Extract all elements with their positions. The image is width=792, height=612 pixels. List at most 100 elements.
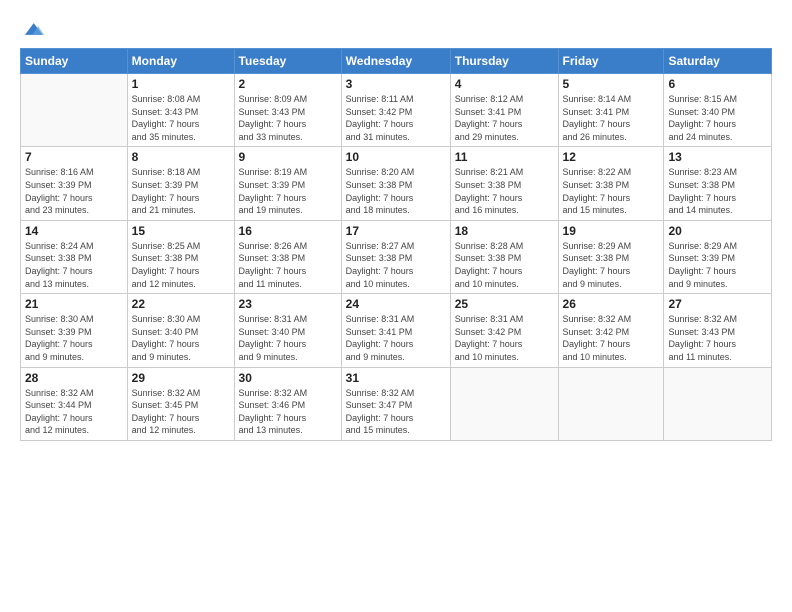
- page: SundayMondayTuesdayWednesdayThursdayFrid…: [0, 0, 792, 612]
- day-info: Sunrise: 8:09 AM Sunset: 3:43 PM Dayligh…: [239, 93, 337, 143]
- day-info: Sunrise: 8:16 AM Sunset: 3:39 PM Dayligh…: [25, 166, 123, 216]
- calendar-day-header: Wednesday: [341, 49, 450, 74]
- day-info: Sunrise: 8:18 AM Sunset: 3:39 PM Dayligh…: [132, 166, 230, 216]
- day-number: 5: [563, 77, 660, 91]
- calendar-header-row: SundayMondayTuesdayWednesdayThursdayFrid…: [21, 49, 772, 74]
- calendar-cell: 8 Sunrise: 8:18 AM Sunset: 3:39 PM Daylig…: [127, 147, 234, 220]
- day-info: Sunrise: 8:26 AM Sunset: 3:38 PM Dayligh…: [239, 240, 337, 290]
- day-info: Sunrise: 8:29 AM Sunset: 3:39 PM Dayligh…: [668, 240, 767, 290]
- calendar-cell: [450, 367, 558, 440]
- day-number: 9: [239, 150, 337, 164]
- day-info: Sunrise: 8:19 AM Sunset: 3:39 PM Dayligh…: [239, 166, 337, 216]
- day-number: 10: [346, 150, 446, 164]
- day-number: 16: [239, 224, 337, 238]
- day-info: Sunrise: 8:20 AM Sunset: 3:38 PM Dayligh…: [346, 166, 446, 216]
- calendar-cell: 12 Sunrise: 8:22 AM Sunset: 3:38 PM Dayli…: [558, 147, 664, 220]
- calendar-cell: 19 Sunrise: 8:29 AM Sunset: 3:38 PM Dayli…: [558, 220, 664, 293]
- day-number: 18: [455, 224, 554, 238]
- day-info: Sunrise: 8:08 AM Sunset: 3:43 PM Dayligh…: [132, 93, 230, 143]
- day-info: Sunrise: 8:32 AM Sunset: 3:44 PM Dayligh…: [25, 387, 123, 437]
- calendar-cell: 9 Sunrise: 8:19 AM Sunset: 3:39 PM Daylig…: [234, 147, 341, 220]
- calendar-cell: 7Sunrise: 8:16 AM Sunset: 3:39 PM Daylig…: [21, 147, 128, 220]
- day-number: 11: [455, 150, 554, 164]
- day-info: Sunrise: 8:32 AM Sunset: 3:42 PM Dayligh…: [563, 313, 660, 363]
- day-number: 13: [668, 150, 767, 164]
- calendar-cell: 22 Sunrise: 8:30 AM Sunset: 3:40 PM Dayli…: [127, 294, 234, 367]
- day-info: Sunrise: 8:29 AM Sunset: 3:38 PM Dayligh…: [563, 240, 660, 290]
- calendar-cell: 5 Sunrise: 8:14 AM Sunset: 3:41 PM Daylig…: [558, 74, 664, 147]
- day-number: 31: [346, 371, 446, 385]
- calendar-cell: 11 Sunrise: 8:21 AM Sunset: 3:38 PM Dayli…: [450, 147, 558, 220]
- calendar-cell: 2 Sunrise: 8:09 AM Sunset: 3:43 PM Daylig…: [234, 74, 341, 147]
- calendar-cell: 3 Sunrise: 8:11 AM Sunset: 3:42 PM Daylig…: [341, 74, 450, 147]
- day-number: 22: [132, 297, 230, 311]
- calendar-day-header: Saturday: [664, 49, 772, 74]
- calendar-day-header: Friday: [558, 49, 664, 74]
- day-number: 23: [239, 297, 337, 311]
- day-number: 17: [346, 224, 446, 238]
- day-number: 30: [239, 371, 337, 385]
- calendar-cell: 18 Sunrise: 8:28 AM Sunset: 3:38 PM Dayli…: [450, 220, 558, 293]
- day-info: Sunrise: 8:15 AM Sunset: 3:40 PM Dayligh…: [668, 93, 767, 143]
- day-number: 28: [25, 371, 123, 385]
- calendar-cell: [664, 367, 772, 440]
- calendar-cell: [21, 74, 128, 147]
- day-info: Sunrise: 8:32 AM Sunset: 3:45 PM Dayligh…: [132, 387, 230, 437]
- calendar-cell: 15 Sunrise: 8:25 AM Sunset: 3:38 PM Dayli…: [127, 220, 234, 293]
- calendar-cell: [558, 367, 664, 440]
- day-number: 20: [668, 224, 767, 238]
- calendar-week-row: 14 Sunrise: 8:24 AM Sunset: 3:38 PM Dayli…: [21, 220, 772, 293]
- day-info: Sunrise: 8:31 AM Sunset: 3:40 PM Dayligh…: [239, 313, 337, 363]
- day-info: Sunrise: 8:32 AM Sunset: 3:43 PM Dayligh…: [668, 313, 767, 363]
- day-number: 24: [346, 297, 446, 311]
- day-number: 6: [668, 77, 767, 91]
- calendar-day-header: Sunday: [21, 49, 128, 74]
- day-number: 27: [668, 297, 767, 311]
- day-info: Sunrise: 8:21 AM Sunset: 3:38 PM Dayligh…: [455, 166, 554, 216]
- day-number: 8: [132, 150, 230, 164]
- day-info: Sunrise: 8:27 AM Sunset: 3:38 PM Dayligh…: [346, 240, 446, 290]
- day-info: Sunrise: 8:12 AM Sunset: 3:41 PM Dayligh…: [455, 93, 554, 143]
- day-info: Sunrise: 8:25 AM Sunset: 3:38 PM Dayligh…: [132, 240, 230, 290]
- calendar-cell: 27 Sunrise: 8:32 AM Sunset: 3:43 PM Dayli…: [664, 294, 772, 367]
- calendar-table: SundayMondayTuesdayWednesdayThursdayFrid…: [20, 48, 772, 441]
- calendar-cell: 25Sunrise: 8:31 AM Sunset: 3:42 PM Dayli…: [450, 294, 558, 367]
- day-number: 12: [563, 150, 660, 164]
- calendar-cell: 4 Sunrise: 8:12 AM Sunset: 3:41 PM Daylig…: [450, 74, 558, 147]
- calendar-cell: 14 Sunrise: 8:24 AM Sunset: 3:38 PM Dayli…: [21, 220, 128, 293]
- calendar-cell: 16 Sunrise: 8:26 AM Sunset: 3:38 PM Dayli…: [234, 220, 341, 293]
- day-info: Sunrise: 8:31 AM Sunset: 3:42 PM Dayligh…: [455, 313, 554, 363]
- calendar-cell: 21 Sunrise: 8:30 AM Sunset: 3:39 PM Dayli…: [21, 294, 128, 367]
- header: [20, 18, 772, 40]
- day-number: 26: [563, 297, 660, 311]
- logo: [20, 18, 44, 40]
- calendar-week-row: 1Sunrise: 8:08 AM Sunset: 3:43 PM Daylig…: [21, 74, 772, 147]
- logo-icon: [22, 18, 44, 40]
- day-number: 3: [346, 77, 446, 91]
- day-number: 2: [239, 77, 337, 91]
- calendar-cell: 24 Sunrise: 8:31 AM Sunset: 3:41 PM Dayli…: [341, 294, 450, 367]
- day-info: Sunrise: 8:28 AM Sunset: 3:38 PM Dayligh…: [455, 240, 554, 290]
- day-number: 21: [25, 297, 123, 311]
- calendar-week-row: 28 Sunrise: 8:32 AM Sunset: 3:44 PM Dayli…: [21, 367, 772, 440]
- calendar-week-row: 21 Sunrise: 8:30 AM Sunset: 3:39 PM Dayli…: [21, 294, 772, 367]
- day-number: 14: [25, 224, 123, 238]
- day-info: Sunrise: 8:30 AM Sunset: 3:40 PM Dayligh…: [132, 313, 230, 363]
- day-info: Sunrise: 8:22 AM Sunset: 3:38 PM Dayligh…: [563, 166, 660, 216]
- calendar-cell: 29Sunrise: 8:32 AM Sunset: 3:45 PM Dayli…: [127, 367, 234, 440]
- day-number: 19: [563, 224, 660, 238]
- calendar-cell: 10 Sunrise: 8:20 AM Sunset: 3:38 PM Dayli…: [341, 147, 450, 220]
- calendar-cell: 23 Sunrise: 8:31 AM Sunset: 3:40 PM Dayli…: [234, 294, 341, 367]
- day-info: Sunrise: 8:11 AM Sunset: 3:42 PM Dayligh…: [346, 93, 446, 143]
- calendar-cell: 30 Sunrise: 8:32 AM Sunset: 3:46 PM Dayli…: [234, 367, 341, 440]
- calendar-cell: 26 Sunrise: 8:32 AM Sunset: 3:42 PM Dayli…: [558, 294, 664, 367]
- day-info: Sunrise: 8:14 AM Sunset: 3:41 PM Dayligh…: [563, 93, 660, 143]
- calendar-cell: 13Sunrise: 8:23 AM Sunset: 3:38 PM Dayli…: [664, 147, 772, 220]
- day-info: Sunrise: 8:31 AM Sunset: 3:41 PM Dayligh…: [346, 313, 446, 363]
- day-number: 15: [132, 224, 230, 238]
- day-info: Sunrise: 8:24 AM Sunset: 3:38 PM Dayligh…: [25, 240, 123, 290]
- day-info: Sunrise: 8:32 AM Sunset: 3:46 PM Dayligh…: [239, 387, 337, 437]
- day-info: Sunrise: 8:30 AM Sunset: 3:39 PM Dayligh…: [25, 313, 123, 363]
- day-number: 4: [455, 77, 554, 91]
- calendar-cell: 1Sunrise: 8:08 AM Sunset: 3:43 PM Daylig…: [127, 74, 234, 147]
